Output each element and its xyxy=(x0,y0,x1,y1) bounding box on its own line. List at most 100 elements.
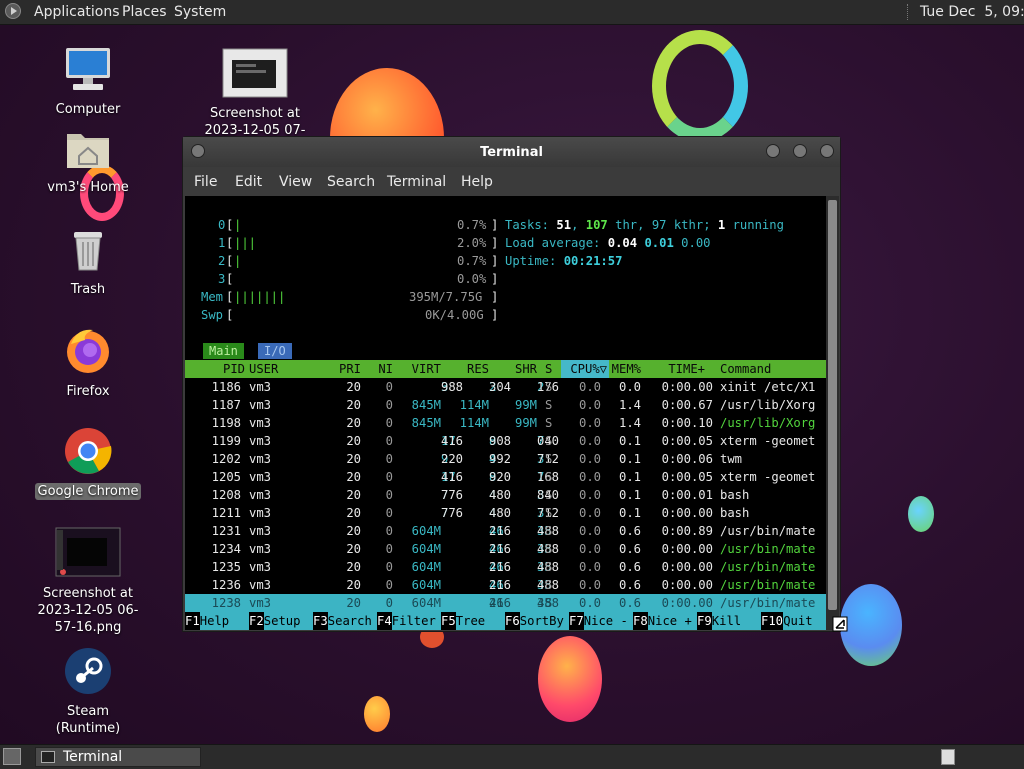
column-header[interactable]: USER xyxy=(249,360,278,378)
menu-edit[interactable]: Edit xyxy=(235,174,262,190)
fkey-f6[interactable]: F6 xyxy=(505,612,520,630)
close-button[interactable] xyxy=(820,144,834,158)
column-header[interactable]: VIRT xyxy=(412,360,441,378)
fkey-label[interactable]: Help xyxy=(200,612,229,630)
clock[interactable]: Tue Dec 5, 09:01 xyxy=(920,4,1024,20)
terminal-window: Terminal File Edit View Search Terminal … xyxy=(182,136,841,632)
function-key-bar: F1 Help F2 Setup F3 Search F4 Filter F5 Tree F6 Sor… xyxy=(185,612,826,630)
taskbar-terminal-button[interactable]: Terminal xyxy=(35,747,201,767)
process-row[interactable]: 1198 vm3 20 0 845M 114M 99M S 0.0 1.4 0:00.10/usr/… xyxy=(185,414,826,432)
fkey-label[interactable]: Search xyxy=(328,612,372,630)
wallpaper-blue-sphere xyxy=(840,584,902,666)
menu-search[interactable]: Search xyxy=(327,174,375,190)
column-header[interactable]: TIME+ xyxy=(668,360,705,378)
process-row[interactable]: 1187 vm3 20 0 845M 114M 99M S 0.0 1.4 0:00.67/usr/… xyxy=(185,396,826,414)
menu-file[interactable]: File xyxy=(194,174,217,190)
fkey-label[interactable]: Quit xyxy=(783,612,812,630)
column-header[interactable]: PRI xyxy=(339,360,361,378)
fkey-f5[interactable]: F5 xyxy=(441,612,456,630)
column-header[interactable]: RES xyxy=(467,360,489,378)
fkey-label[interactable]: Nice + xyxy=(648,612,692,630)
desktop-icon-steam[interactable]: Steam (Runtime) xyxy=(33,646,143,737)
show-desktop-icon[interactable] xyxy=(3,748,21,765)
fkey-label[interactable]: Setup xyxy=(264,612,301,630)
process-row[interactable]: 1236 vm3 20 0 604M 46 216 35 488 S 0.0 0.6 0:00.00/u… xyxy=(185,576,826,594)
wallpaper-small-blue-sphere xyxy=(908,496,934,532)
desktop-icon-label: Computer xyxy=(55,102,121,117)
column-header[interactable]: PID xyxy=(223,360,245,378)
column-header[interactable]: Command xyxy=(720,360,771,378)
image-thumbnail-icon xyxy=(55,527,121,577)
process-row[interactable]: 1208 vm3 20 0 7 776 4 480 3 840 S 0.0 0.1 0:00.01 bash xyxy=(185,486,826,504)
chrome-icon xyxy=(65,428,112,474)
resize-grip-icon[interactable] xyxy=(832,616,848,632)
scrollbar-thumb[interactable] xyxy=(828,200,837,610)
system-menu[interactable]: System xyxy=(174,4,226,20)
mate-logo-icon[interactable] xyxy=(5,3,21,19)
menu-terminal[interactable]: Terminal xyxy=(387,174,446,190)
maximize-button[interactable] xyxy=(793,144,807,158)
desktop-icon-home[interactable]: vm3's Home xyxy=(33,128,143,196)
desktop-icon-screenshot-1[interactable]: Screenshot at 2023-12-05 06-57-16.png xyxy=(33,526,143,636)
process-row[interactable]: 1231 vm3 20 0 604M 46 216 35 488 S 0.0 0.6 0:00.89/u… xyxy=(185,522,826,540)
desktop-icon-trash[interactable]: Trash xyxy=(33,228,143,298)
fkey-label[interactable]: Filter xyxy=(392,612,436,630)
applications-menu[interactable]: Applications xyxy=(34,4,120,20)
process-row[interactable]: 1205 vm3 20 0 17 416 8 920 7 168 S 0.0 0.1 0:00.05 xte… xyxy=(185,468,826,486)
process-row[interactable]: 1199 vm3 20 0 17 416 8 908 7 040 S 0.0 0.1 0:00.05 xte… xyxy=(185,432,826,450)
desktop-icon-firefox[interactable]: Firefox xyxy=(33,326,143,400)
fkey-f7[interactable]: F7 xyxy=(569,612,584,630)
desktop-icon-label: Trash xyxy=(70,282,106,297)
terminal-scrollbar[interactable] xyxy=(826,196,839,630)
desktop-icon-label: Screenshot at 2023-12-05 06-57-16.png xyxy=(37,586,139,635)
minimize-button[interactable] xyxy=(766,144,780,158)
fkey-f9[interactable]: F9 xyxy=(697,612,712,630)
top-panel: Applications Places System Tue Dec 5, 09… xyxy=(0,0,1024,25)
firefox-icon xyxy=(67,329,109,373)
process-row[interactable]: 1211 vm3 20 0 7 776 4 480 3 712 S 0.0 0.1 0:00.00 bash xyxy=(185,504,826,522)
fkey-label[interactable]: Nice - xyxy=(584,612,628,630)
process-table-header: PID USER PRI NI VIRT RES SHR S CPU%▽ MEM% TIME+ Com… xyxy=(185,360,826,378)
column-header[interactable]: MEM% xyxy=(612,360,641,378)
fkey-f8[interactable]: F8 xyxy=(633,612,648,630)
fkey-label[interactable]: Kill xyxy=(712,612,741,630)
bottom-panel: Terminal xyxy=(0,744,1024,769)
fkey-f2[interactable]: F2 xyxy=(249,612,264,630)
process-row[interactable]: 1202 vm3 20 0 9 220 4 992 3 712 S 0.0 0.1 0:00.06 twm xyxy=(185,450,826,468)
column-header[interactable]: S xyxy=(545,360,552,378)
fkey-label[interactable]: SortBy xyxy=(520,612,564,630)
terminal-icon xyxy=(41,751,55,763)
process-row[interactable]: 1238 vm3 20 0 604M 46 216 35 488 S 0.0 0.6 0:00.00/u… xyxy=(185,594,826,612)
wallpaper-ring xyxy=(652,30,748,142)
desktop-icon-chrome[interactable]: Google Chrome xyxy=(33,426,143,500)
places-menu[interactable]: Places xyxy=(122,4,167,20)
desktop-icon-label: Steam (Runtime) xyxy=(55,704,121,736)
desktop-icon-label: vm3's Home xyxy=(47,180,129,195)
menu-view[interactable]: View xyxy=(279,174,312,190)
fkey-f10[interactable]: F10 xyxy=(761,612,784,630)
fkey-label[interactable]: Tree xyxy=(456,612,485,630)
menu-help[interactable]: Help xyxy=(461,174,493,190)
fkey-f3[interactable]: F3 xyxy=(313,612,328,630)
workspace-switcher[interactable] xyxy=(941,749,955,765)
window-titlebar[interactable]: Terminal xyxy=(183,137,840,167)
fkey-f4[interactable]: F4 xyxy=(377,612,392,630)
fkey-f1[interactable]: F1 xyxy=(185,612,200,630)
panel-separator xyxy=(907,4,910,20)
uptime-line: Uptime: 00:21:57 xyxy=(505,254,623,268)
desktop-icon-computer[interactable]: Computer xyxy=(33,46,143,118)
tab-main[interactable]: Main xyxy=(203,343,244,359)
desktop-icon-label: Firefox xyxy=(66,384,110,399)
load-average-line: Load average: 0.04 0.01 0.00 xyxy=(505,236,711,250)
wallpaper-pink-sphere xyxy=(538,636,602,722)
terminal-content[interactable]: 0[| 0.7%] 1[||| 2.0%] 2[| 0.7%] 3[0.0%] Mem[|||… xyxy=(185,196,826,630)
desktop-icon-label: Google Chrome xyxy=(34,483,142,500)
column-header[interactable]: CPU%▽ xyxy=(570,360,607,378)
process-row[interactable]: 1235 vm3 20 0 604M 46 216 35 488 S 0.0 0.6 0:00.00/u… xyxy=(185,558,826,576)
tab-io[interactable]: I/O xyxy=(258,343,292,359)
process-row[interactable]: 1234 vm3 20 0 604M 46 216 35 488 S 0.0 0.6 0:00.00/u… xyxy=(185,540,826,558)
column-header[interactable]: NI xyxy=(378,360,393,378)
window-title: Terminal xyxy=(480,145,543,160)
column-header[interactable]: SHR xyxy=(515,360,537,378)
process-row[interactable]: 1186 vm3 20 0 3 988 2 304 2 176 S 0.0 0.0 0:00.00 xini… xyxy=(185,378,826,396)
